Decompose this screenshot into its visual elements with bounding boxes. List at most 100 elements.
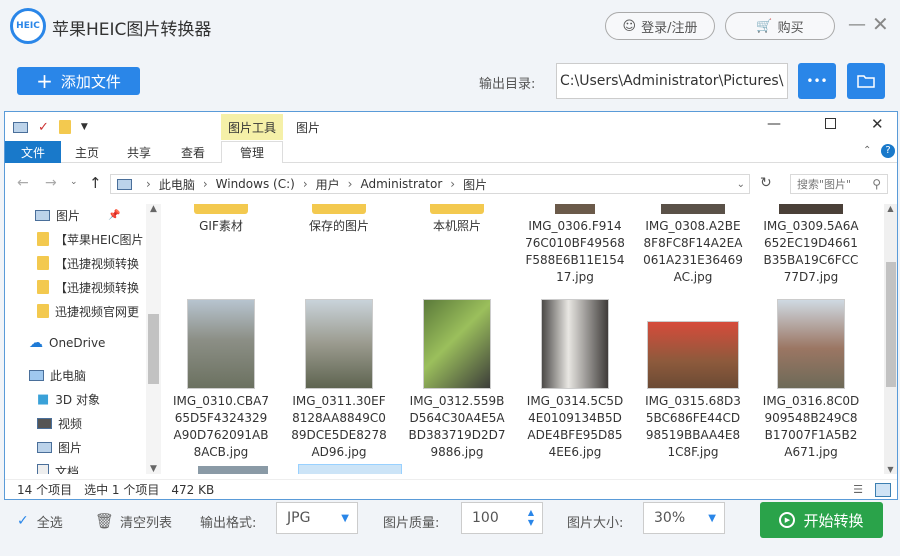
image-item[interactable]: IMG_0314.5C5D 4E0109134B5D ADE4BFE95D85 … (516, 299, 634, 461)
scrollbar-thumb[interactable] (886, 262, 896, 387)
nav-item-label: 此电脑 (50, 368, 87, 383)
breadcrumb-this-pc[interactable]: 此电脑 (159, 176, 195, 193)
nav-item[interactable]: 文档 (37, 460, 79, 474)
pin-icon: 📌 (108, 209, 121, 221)
output-dir-field[interactable]: C:\Users\Administrator\Pictures\ (556, 63, 788, 99)
image-item[interactable]: IMG_0310.CBA7 65D5F4324329 A90D762091AB … (162, 299, 280, 461)
tab-view[interactable]: 查看 (173, 141, 213, 163)
buy-button[interactable]: 🛒 购买 (725, 12, 835, 40)
more-icon: ••• (806, 74, 828, 88)
nav-item[interactable]: 图片 📌 (35, 204, 120, 226)
select-all-checkbox[interactable]: ✓ 全选 (17, 505, 63, 537)
minimize-icon[interactable]: — (767, 116, 781, 132)
start-convert-label: 开始转换 (803, 511, 864, 530)
breadcrumb-administrator[interactable]: Administrator (360, 177, 442, 191)
image-thumbnail (423, 299, 491, 389)
output-dir-label: 输出目录: (479, 77, 536, 92)
recent-dropdown-icon[interactable]: ⌄ (70, 177, 78, 187)
back-icon[interactable]: ← (17, 175, 29, 191)
address-bar[interactable]: › 此电脑 › Windows (C:) › 用户 › Administrato… (110, 174, 750, 194)
folder-icon (194, 204, 248, 214)
breadcrumb-c-drive[interactable]: Windows (C:) (216, 177, 295, 191)
quality-stepper[interactable]: 100 ▲ ▼ (461, 502, 543, 534)
close-icon[interactable]: ✕ (872, 14, 889, 34)
navigation-pane: 图片 📌 【苹果HEIC图片 【迅捷视频转换 【迅捷视频转换 迅捷视频官网更 ☁ O… (5, 204, 161, 474)
format-select[interactable]: JPG ▼ (276, 502, 358, 534)
details-view-icon[interactable]: ☰ (853, 483, 863, 496)
image-thumbnail[interactable] (198, 466, 268, 474)
scroll-up-icon[interactable]: ▲ (146, 204, 161, 214)
image-item[interactable]: IMG_0306.F914 76C010BF49568 F588E6B11E15… (516, 204, 634, 286)
image-item[interactable]: IMG_0312.559B D564C30A4E5A BD383719D2D7 … (398, 299, 516, 461)
nav-item[interactable]: 【迅捷视频转换 (37, 276, 139, 298)
search-input[interactable]: 搜索"图片" ⚲ (790, 174, 888, 194)
nav-item-onedrive[interactable]: ☁ OneDrive (29, 332, 105, 354)
computer-icon (117, 178, 132, 190)
stepper-arrows-icon[interactable]: ▲ ▼ (528, 508, 534, 528)
app-logo: HEIC (10, 8, 46, 44)
item-label: IMG_0309.5A6A 652EC19D4661 B35BA19C6FCC … (763, 219, 859, 284)
close-icon[interactable]: ✕ (871, 115, 884, 133)
tab-file[interactable]: 文件 (5, 141, 61, 163)
nav-item[interactable]: 迅捷视频官网更 (37, 300, 139, 322)
refresh-icon[interactable]: ↻ (760, 175, 772, 191)
size-label: 图片大小: (567, 515, 624, 531)
tab-manage[interactable]: 管理 (221, 141, 283, 163)
large-icons-view-icon[interactable] (875, 482, 891, 497)
image-item[interactable]: IMG_0308.A2BE 8F8FC8F14A2EA 061A231E3646… (634, 204, 752, 286)
nav-item[interactable]: 【苹果HEIC图片 (37, 228, 144, 250)
customize-dropdown-icon[interactable]: ▼ (81, 122, 88, 132)
nav-item[interactable]: ■ 3D 对象 (37, 388, 100, 410)
new-folder-icon[interactable] (58, 120, 71, 134)
nav-item-this-pc[interactable]: 此电脑 (29, 364, 86, 386)
nav-item[interactable]: 【迅捷视频转换 (37, 252, 139, 274)
cloud-icon: ☁ (29, 335, 43, 351)
forward-icon[interactable]: → (45, 175, 57, 191)
address-dropdown-icon[interactable]: ⌄ (737, 179, 745, 190)
image-item[interactable]: IMG_0309.5A6A 652EC19D4661 B35BA19C6FCC … (752, 204, 870, 286)
image-item[interactable]: IMG_0315.68D3 5BC686FE44CD 98519BBAA4E8 … (634, 299, 752, 461)
tab-share[interactable]: 共享 (119, 141, 159, 163)
content-scrollbar[interactable]: ▲ ▼ (884, 204, 897, 474)
app-title: 苹果HEIC图片转换器 (52, 20, 212, 40)
add-file-button[interactable]: + 添加文件 (17, 67, 140, 95)
scrollbar-thumb[interactable] (148, 314, 159, 384)
tab-home[interactable]: 主页 (67, 141, 107, 163)
folder-icon (37, 304, 49, 318)
scroll-up-icon[interactable]: ▲ (884, 204, 897, 213)
login-button[interactable]: ☺ 登录/注册 (605, 12, 715, 40)
nav-item[interactable]: 图片 (37, 436, 82, 458)
item-label: IMG_0310.CBA7 65D5F4324329 A90D762091AB … (173, 394, 269, 459)
up-icon[interactable]: ↑ (89, 174, 102, 192)
folder-item[interactable]: 本机照片 (398, 204, 516, 235)
start-convert-button[interactable]: ▶ 开始转换 (760, 502, 883, 538)
nav-scrollbar[interactable]: ▲ ▼ (146, 204, 161, 474)
image-item[interactable]: IMG_0311.30EF 8128AA8849C0 89DCE5DE8278 … (280, 299, 398, 461)
video-icon (37, 417, 52, 429)
breadcrumb-pictures[interactable]: 图片 (463, 176, 487, 193)
folder-item[interactable]: 保存的图片 (280, 204, 398, 235)
add-file-label: 添加文件 (60, 72, 121, 91)
file-grid: GIF素材 保存的图片 本机照片 IMG_0306.F914 76C010BF4… (162, 204, 884, 474)
image-item[interactable]: IMG_0316.8C0D 909548B249C8 B17007F1A5B2 … (752, 299, 870, 461)
folder-item[interactable]: GIF素材 (162, 204, 280, 235)
window-icon (13, 121, 28, 133)
properties-icon[interactable]: ✓ (38, 120, 49, 135)
nav-item-label: 3D 对象 (55, 392, 100, 407)
help-icon[interactable]: ? (881, 144, 895, 158)
minimize-icon[interactable]: — (848, 16, 866, 34)
selected-image-item[interactable] (298, 464, 402, 474)
more-button[interactable]: ••• (798, 63, 836, 99)
breadcrumb-users[interactable]: 用户 (316, 176, 340, 193)
clear-list-button[interactable]: 🗑 清空列表 (95, 505, 172, 537)
open-folder-button[interactable] (847, 63, 885, 99)
scroll-down-icon[interactable]: ▼ (146, 464, 161, 474)
image-thumbnail (541, 299, 609, 389)
maximize-icon[interactable] (825, 118, 836, 129)
scroll-down-icon[interactable]: ▼ (884, 465, 897, 474)
folder-icon (857, 75, 875, 88)
nav-item-label: OneDrive (49, 336, 106, 350)
nav-item[interactable]: 视频 (37, 412, 82, 434)
chevron-up-icon[interactable]: ⌃ (863, 145, 871, 156)
size-select[interactable]: 30% ▼ (643, 502, 725, 534)
